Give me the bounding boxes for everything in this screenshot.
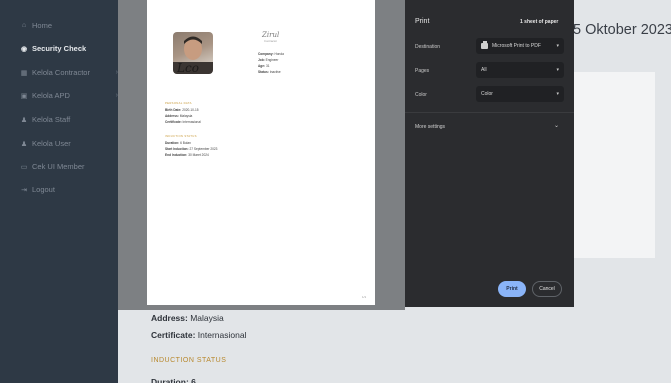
company-value: Honda: [274, 52, 284, 56]
certificate-label: Certificate:: [151, 330, 196, 340]
duration-label: Duration:: [165, 141, 180, 145]
duration-row: Duration: 6 Bulan: [165, 141, 191, 145]
preview-address-label: Address:: [165, 114, 179, 118]
sidebar-item-kelola-user[interactable]: ♟ Kelola User: [0, 132, 118, 155]
grid-icon: ▦: [20, 69, 28, 77]
sidebar-item-label: Home: [32, 21, 53, 30]
users-icon: ♟: [20, 140, 28, 148]
certificate-row: Certificate: Internasional: [151, 330, 246, 340]
sidebar-item-kelola-apd[interactable]: ▣ Kelola APD ›: [0, 84, 118, 107]
status-label: Status:: [258, 70, 269, 74]
birth-date-label: Birth Date:: [165, 108, 182, 112]
job-label: Job:: [258, 58, 265, 62]
end-induction-row: End Induction: 30 Maret 2024: [165, 153, 209, 157]
profile-photo-image: Lco: [173, 36, 213, 74]
color-select[interactable]: Color ▾: [476, 86, 564, 102]
sidebar-item-label: Logout: [32, 185, 55, 194]
end-induction-value: 30 Maret 2024: [188, 153, 209, 157]
divider: [405, 112, 574, 113]
company-row: Company: Honda: [258, 52, 284, 56]
preview-address-row: Address: Malaysia: [165, 114, 192, 118]
page-number: 1/1: [362, 295, 367, 299]
duration-value: 6 Bulan: [180, 141, 191, 145]
destination-label: Destination: [415, 44, 441, 50]
sidebar-item-label: Kelola APD: [32, 91, 70, 100]
sidebar-item-label: Kelola Contractor: [32, 68, 90, 77]
certificate-value: Internasional: [197, 330, 247, 340]
print-dialog-title: Print: [415, 18, 430, 25]
signature-name: Zirul: [262, 31, 280, 39]
age-value: 31: [265, 64, 270, 68]
user-icon: ♟: [20, 116, 28, 124]
sidebar-item-kelola-staff[interactable]: ♟ Kelola Staff: [0, 108, 118, 131]
sidebar-item-label: Security Check: [32, 44, 87, 53]
start-induction-row: Start Induction: 27 September 2023: [165, 147, 217, 151]
eye-icon: ◉: [20, 45, 28, 53]
address-value: Malaysia: [190, 313, 224, 323]
sidebar-item-security-check[interactable]: ◉ Security Check: [0, 37, 118, 60]
pages-value: All: [481, 67, 487, 73]
status-value: Inactive: [269, 70, 281, 74]
print-button[interactable]: Print: [498, 281, 526, 297]
age-label: Age:: [258, 64, 266, 68]
preview-certificate-label: Certificate:: [165, 120, 182, 124]
caret-down-icon: ▾: [556, 91, 559, 97]
sidebar-item-label: Cek UI Member: [32, 162, 85, 171]
destination-select[interactable]: Microsoft Print to PDF ▾: [476, 38, 564, 54]
job-row: Job: Engineer: [258, 58, 278, 62]
sidebar-item-kelola-contractor[interactable]: ▦ Kelola Contractor ›: [0, 61, 118, 84]
profile-photo: Lco: [173, 32, 213, 74]
sidebar-item-home[interactable]: ⌂ Home: [0, 14, 118, 37]
sidebar-item-cek-ui-member[interactable]: ▭ Cek UI Member: [0, 155, 118, 178]
page-date: 5 Oktober 2023: [573, 22, 671, 38]
caret-down-icon: ▾: [556, 67, 559, 73]
signature-role: Contractor: [264, 39, 278, 43]
caret-down-icon: ▾: [556, 43, 559, 49]
induction-status-heading: INDUCTION STATUS: [151, 357, 227, 364]
cancel-button[interactable]: Cancel: [532, 281, 562, 297]
duration-row-cut: Duration: 6 Bulan: [151, 377, 196, 383]
svg-text:Lco: Lco: [176, 61, 199, 74]
sidebar-item-logout[interactable]: ⇥ Logout: [0, 178, 118, 201]
birth-date-value: 2020-10-15: [182, 108, 199, 112]
address-row: Address: Malaysia: [151, 313, 224, 323]
personal-data-heading: PERSONAL DATA: [165, 101, 192, 105]
destination-value: Microsoft Print to PDF: [492, 43, 541, 49]
job-value: Engineer: [265, 58, 279, 62]
age-row: Age: 31: [258, 64, 270, 68]
color-label: Color: [415, 92, 427, 98]
card-icon: ▭: [20, 163, 28, 171]
sheet-count: 1 sheet of paper: [520, 19, 559, 25]
address-label: Address:: [151, 313, 188, 323]
status-row: Status: Inactive: [258, 70, 281, 74]
start-induction-value: 27 September 2023: [189, 147, 218, 151]
color-value: Color: [481, 91, 493, 97]
preview-certificate-value: Internasional: [182, 120, 201, 124]
preview-induction-heading: INDUCTION STATUS: [165, 134, 197, 138]
printer-icon: [481, 41, 488, 49]
box-icon: ▣: [20, 92, 28, 100]
preview-certificate-row: Certificate: Internasional: [165, 120, 201, 124]
company-label: Company:: [258, 52, 274, 56]
preview-address-value: Malaysia: [179, 114, 193, 118]
sidebar-item-label: Kelola Staff: [32, 115, 71, 124]
pages-select[interactable]: All ▾: [476, 62, 564, 78]
home-icon: ⌂: [21, 22, 27, 29]
sidebar-item-label: Kelola User: [32, 139, 71, 148]
start-induction-label: Start Induction:: [165, 147, 189, 151]
more-settings-toggle[interactable]: More settings: [415, 124, 445, 130]
logout-icon: ⇥: [21, 186, 27, 194]
birth-date-row: Birth Date: 2020-10-15: [165, 108, 199, 112]
end-induction-label: End Induction:: [165, 153, 188, 157]
pages-label: Pages: [415, 68, 430, 74]
chevron-down-icon[interactable]: ⌄: [554, 122, 559, 129]
